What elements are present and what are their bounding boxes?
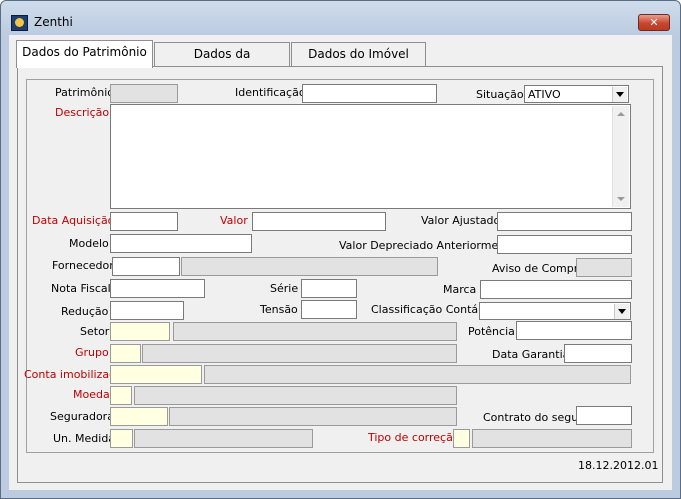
app-icon [11,15,28,31]
reducao-field[interactable] [110,301,184,320]
tensao-label: Tensão [260,303,298,316]
client-area: Dados do Patrimônio Dados da Depreciação… [9,35,672,490]
scroll-up-icon[interactable] [613,106,629,122]
moeda-name-field [134,386,457,405]
form-group: Patrimônio Identificação Situação ATIVO … [24,79,654,453]
data-aquisicao-label: Data Aquisição [32,214,115,227]
patrimonio-field[interactable] [110,84,178,103]
un-medida-code-field[interactable] [110,429,133,448]
descricao-label: Descrição [55,106,110,119]
identificacao-field[interactable] [302,84,437,103]
moeda-label: Moeda [73,388,110,401]
data-garantia-field[interactable] [564,344,632,363]
nota-fiscal-field[interactable] [110,279,205,298]
potencia-field[interactable] [516,321,632,340]
scroll-down-icon[interactable] [613,191,629,207]
chevron-down-icon[interactable] [614,304,629,319]
moeda-code-field[interactable] [110,386,132,405]
modelo-label: Modelo [69,237,109,250]
contrato-seguro-label: Contrato do seguro [483,411,590,424]
tab-dados-depreciacao[interactable]: Dados da Depreciação [154,42,290,83]
situacao-label: Situação [476,88,524,101]
setor-name-field [173,322,457,341]
window-title: Zenthi [34,15,73,29]
setor-code-field[interactable] [110,322,170,341]
un-medida-name-field [134,429,313,448]
main-window: Zenthi Dados do Patrimônio Dados da Depr… [0,0,681,499]
valor-ajustado-label: Valor Ajustado [421,214,501,227]
nota-fiscal-label: Nota Fiscal [51,282,111,295]
tab-dados-patrimonio[interactable]: Dados do Patrimônio [16,40,153,68]
tipo-correcao-label: Tipo de correção [368,431,460,444]
tipo-correcao-code-field[interactable] [453,429,470,448]
status-bar: 18.12.2012.01 [9,453,672,490]
grupo-code-field[interactable] [110,344,141,363]
valor-ajustado-field[interactable] [497,212,632,231]
identificacao-label: Identificação [235,86,306,99]
data-garantia-label: Data Garantia [492,348,570,361]
aviso-compra-label: Aviso de Compra [492,262,586,275]
reducao-label: Redução [61,305,109,318]
seguradora-name-field [169,407,457,426]
aviso-compra-field[interactable] [576,258,632,277]
seguradora-label: Seguradora [50,410,114,423]
classificacao-contabil-label: Classificação Contábil [371,303,492,316]
potencia-label: Potência [468,325,515,338]
grupo-label: Grupo [75,346,109,359]
data-aquisicao-field[interactable] [110,212,178,231]
setor-label: Setor [80,325,110,338]
valor-depreciado-label: Valor Depreciado Anteriormente [339,239,517,252]
classificacao-contabil-select[interactable] [479,302,631,320]
version-label: 18.12.2012.01 [578,459,659,472]
tab-dados-imovel[interactable]: Dados do Imóvel [291,42,426,66]
serie-label: Série [270,282,299,295]
situacao-value: ATIVO [528,88,561,101]
grupo-name-field [142,344,457,363]
conta-imobilizado-code-field[interactable] [110,365,202,384]
tensao-field[interactable] [301,300,357,319]
serie-field[interactable] [301,279,357,298]
situacao-select[interactable]: ATIVO [524,85,629,103]
chevron-down-icon[interactable] [612,87,627,102]
close-button[interactable] [638,14,670,31]
descricao-scrollbar[interactable] [612,106,629,207]
marca-field[interactable] [480,280,632,299]
patrimonio-label: Patrimônio [55,86,114,99]
fornecedor-name-field [181,257,438,276]
valor-label: Valor [220,214,248,227]
valor-depreciado-field[interactable] [497,235,632,254]
conta-imobilizado-label: Conta imobilizado [24,368,123,381]
conta-imobilizado-name-field [204,365,631,384]
fornecedor-code-field[interactable] [112,257,180,276]
marca-label: Marca [443,283,477,296]
tab-page-patrimonio: Patrimônio Identificação Situação ATIVO … [17,66,663,483]
un-medida-label: Un. Medida [53,432,116,445]
seguradora-code-field[interactable] [110,407,168,426]
modelo-field[interactable] [110,234,252,253]
fornecedor-label: Fornecedor [52,259,114,272]
contrato-seguro-field[interactable] [576,406,632,425]
title-bar[interactable]: Zenthi [1,1,680,35]
descricao-textarea[interactable] [110,104,631,209]
tipo-correcao-name-field [472,429,632,448]
valor-field[interactable] [252,212,386,231]
